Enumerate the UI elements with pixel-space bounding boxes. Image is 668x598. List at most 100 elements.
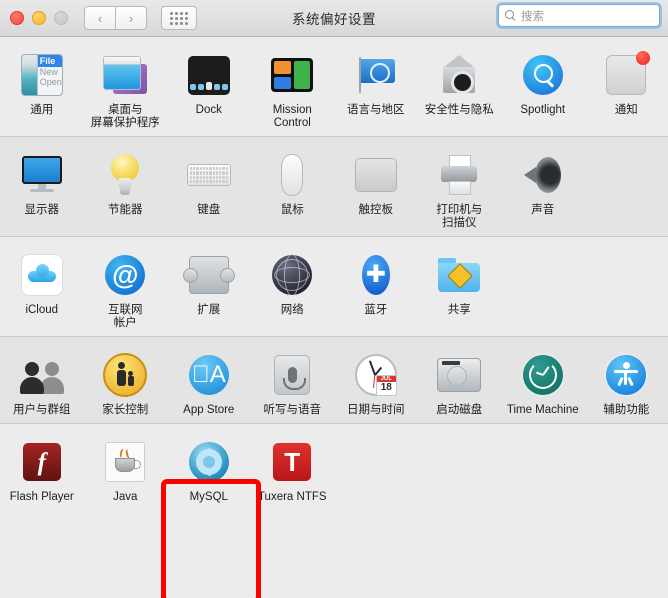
pane-label: Flash Player	[9, 491, 74, 503]
pane-label: 通用	[30, 104, 54, 116]
pane-label: 辅助功能	[603, 404, 650, 416]
pane-sound[interactable]: 声音	[501, 145, 585, 230]
pane-label: 听写与语音	[263, 404, 322, 416]
pane-label: 声音	[531, 204, 555, 216]
pane-label: 家长控制	[102, 404, 149, 416]
pane-label: 互联网 帐户	[108, 304, 143, 329]
pane-label: Java	[113, 491, 138, 503]
time-machine-icon	[519, 351, 567, 399]
tuxera-ntfs-icon: T	[268, 438, 316, 486]
pane-label: Time Machine	[506, 404, 579, 416]
pane-label: Mission Control	[272, 104, 312, 129]
pane-parental-controls[interactable]: 家长控制	[84, 345, 168, 417]
search-input[interactable]: 搜索	[498, 4, 660, 27]
pane-general[interactable]: File New Open 通用	[0, 45, 84, 130]
pane-app-store[interactable]: A App Store	[167, 345, 251, 417]
pane-label: 鼠标	[280, 204, 304, 216]
pane-users-groups[interactable]: 用户与群组	[0, 345, 84, 417]
pane-trackpad[interactable]: 触控板	[334, 145, 418, 230]
dictation-speech-icon	[268, 351, 316, 399]
pane-row-internet: iCloud @ 互联网 帐户 扩展 网络 ✚ 蓝牙 共享	[0, 236, 668, 336]
pane-label: 打印机与 扫描仪	[436, 204, 483, 229]
pane-date-time[interactable]: JUL 18 日期与时间	[334, 345, 418, 417]
parental-controls-icon	[101, 351, 149, 399]
pane-label: 蓝牙	[364, 304, 388, 316]
pane-label: 节能器	[108, 204, 143, 216]
pane-label: iCloud	[25, 304, 59, 316]
grid-icon	[170, 11, 188, 25]
desktop-screensaver-icon	[101, 51, 149, 99]
forward-button[interactable]: ›	[116, 6, 147, 30]
language-region-icon	[352, 51, 400, 99]
pane-label: 网络	[280, 304, 304, 316]
calendar-day: 18	[380, 382, 392, 393]
security-privacy-icon	[435, 51, 483, 99]
pane-label: 通知	[614, 104, 638, 116]
pane-label: Tuxera NTFS	[257, 491, 327, 503]
pane-desktop-screensaver[interactable]: 桌面与 屏幕保护程序	[84, 45, 168, 130]
preference-pane-grid: File New Open 通用 桌面与 屏幕保护程序 Dock Mission…	[0, 37, 668, 510]
show-all-button[interactable]	[161, 6, 197, 30]
energy-saver-icon	[101, 151, 149, 199]
java-icon	[101, 438, 149, 486]
pane-keyboard[interactable]: 键盘	[167, 145, 251, 230]
pane-tuxera-ntfs[interactable]: T Tuxera NTFS	[251, 432, 335, 504]
minimize-button[interactable]	[32, 11, 46, 25]
extensions-icon	[182, 251, 235, 299]
pane-network[interactable]: 网络	[251, 245, 335, 330]
pane-displays[interactable]: 显示器	[0, 145, 84, 230]
zoom-button	[54, 11, 68, 25]
startup-disk-icon	[435, 351, 483, 399]
trackpad-icon	[352, 151, 400, 199]
internet-accounts-icon: @	[101, 251, 149, 299]
pane-security-privacy[interactable]: 安全性与隐私	[418, 45, 502, 130]
notification-badge	[636, 51, 651, 65]
pane-row-personal: File New Open 通用 桌面与 屏幕保护程序 Dock Mission…	[0, 37, 668, 136]
pane-sharing[interactable]: 共享	[418, 245, 502, 330]
navigation-buttons: ‹ ›	[84, 6, 147, 30]
pane-java[interactable]: Java	[84, 432, 168, 504]
printers-scanners-icon	[435, 151, 483, 199]
close-button[interactable]	[10, 11, 24, 25]
pane-label: App Store	[183, 404, 235, 416]
pane-icloud[interactable]: iCloud	[0, 245, 84, 330]
pane-label: 语言与地区	[347, 104, 405, 116]
date-time-icon: JUL 18	[352, 351, 400, 399]
window-titlebar: ‹ › 系统偏好设置 搜索	[0, 0, 668, 37]
pane-row-other: f Flash Player Java MySQL T Tuxera NTFS	[0, 423, 668, 510]
pane-label: 共享	[447, 304, 471, 316]
pane-time-machine[interactable]: Time Machine	[501, 345, 585, 417]
mouse-icon	[268, 151, 316, 199]
pane-startup-disk[interactable]: 启动磁盘	[418, 345, 502, 417]
pane-spotlight[interactable]: Spotlight	[501, 45, 585, 130]
pane-printers-scanners[interactable]: 打印机与 扫描仪	[418, 145, 502, 230]
search-icon	[505, 10, 516, 21]
users-groups-icon	[18, 351, 66, 399]
pane-dictation-speech[interactable]: 听写与语音	[251, 345, 335, 417]
pane-accessibility[interactable]: 辅助功能	[585, 345, 668, 417]
pane-bluetooth[interactable]: ✚ 蓝牙	[334, 245, 418, 330]
pane-dock[interactable]: Dock	[167, 45, 251, 130]
pane-extensions[interactable]: 扩展	[167, 245, 251, 330]
pane-language-region[interactable]: 语言与地区	[334, 45, 418, 130]
pane-energy-saver[interactable]: 节能器	[84, 145, 168, 230]
pane-internet-accounts[interactable]: @ 互联网 帐户	[84, 245, 168, 330]
pane-label: 安全性与隐私	[424, 104, 494, 116]
pane-notifications[interactable]: 通知	[585, 45, 668, 130]
back-button[interactable]: ‹	[84, 6, 116, 30]
pane-label: 日期与时间	[347, 404, 405, 416]
pane-label: 启动磁盘	[436, 404, 483, 416]
pane-mission-control[interactable]: Mission Control	[251, 45, 335, 130]
app-store-icon: A	[185, 351, 233, 399]
pane-flash-player[interactable]: f Flash Player	[0, 432, 84, 504]
traffic-light-group	[10, 11, 68, 25]
flash-glyph: f	[22, 443, 61, 481]
sound-icon	[519, 151, 567, 199]
pane-label: 键盘	[197, 204, 221, 216]
pane-mysql[interactable]: MySQL	[167, 432, 251, 504]
system-preferences-window: ‹ › 系统偏好设置 搜索 File New Open 通用 桌面与 屏幕保护程…	[0, 0, 668, 598]
keyboard-icon	[185, 151, 233, 199]
notifications-icon	[602, 51, 651, 99]
pane-mouse[interactable]: 鼠标	[251, 145, 335, 230]
pane-row-system: 用户与群组 家长控制 A App Store 听写与语音	[0, 336, 668, 423]
